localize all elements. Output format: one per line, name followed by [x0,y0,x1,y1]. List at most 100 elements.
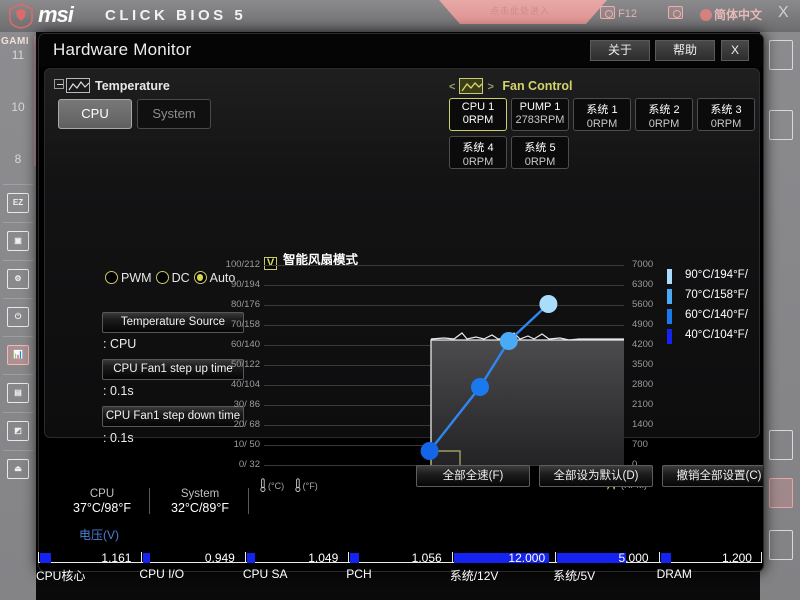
chart-ytick-label: 70/158 [230,319,260,330]
fan-curve-chart[interactable]: 100/212 90/194 80/176 70/158 60/140 50/122 40/… [226,259,653,470]
chart-ytick-label: 10/ 50 [233,439,260,450]
radio-auto-dot [193,271,207,284]
fan-curve-point-90[interactable] [539,295,558,313]
fan-curve-point-40[interactable] [420,442,439,460]
cpu-temp-readout: CPU 37°C/98°F [59,488,145,515]
all-full-speed-button[interactable]: 全部全速(F) [416,465,530,487]
fan-curve-point-60[interactable] [471,378,489,396]
celsius-label: (°C) [268,481,285,491]
voltage-value: 5.000 [618,551,649,565]
legend-label: 90°C/194°F/ [685,269,748,281]
rail-number-10: 10 [11,100,25,114]
cpu-temp-name: CPU [89,488,115,500]
fan-rpm: 0RPM [648,118,680,130]
legend-label: 40°C/104°F/ [685,329,748,341]
legend-swatch [667,289,672,304]
settings-icon[interactable]: ⚙ [7,269,29,289]
msi-brand-text: msi [38,2,74,27]
bios-close-button[interactable]: X [778,4,789,22]
all-default-button[interactable]: 全部设为默认(D) [539,465,653,487]
system-temp-name: System [180,488,220,500]
window-title-bar: Hardware Monitor 关于 帮助 X [39,34,763,67]
voltage-label: 系统/12V [449,569,499,583]
click-bios-text: CLICK BIOS 5 [105,7,247,24]
legend-label: 70°C/158°F/ [685,289,748,301]
chart-unit-icons: (°C) (°F) [260,478,318,492]
chart-rpm-tick-label: 700 [632,439,648,450]
help-button[interactable]: 帮助 [655,40,715,61]
chart-rpm-tick-label: 3500 [632,359,654,370]
fan-curve-plot[interactable] [264,265,624,465]
exit-icon[interactable]: ⏏ [7,459,29,479]
collapse-icon[interactable] [54,79,64,89]
voltage-label: DRAM [656,567,692,581]
fan-button-cpu1[interactable]: CPU 1 0RPM [449,98,507,131]
prev-arrow-icon[interactable]: < [449,81,455,93]
fan-button-sys5[interactable]: 系统 5 0RPM [511,136,569,169]
temperature-section-header: Temperature [54,78,170,93]
legend-label: 60°C/140°F/ [685,309,748,321]
top-banner-text: 点击此处进入 [489,6,550,16]
fan-name: PUMP 1 [519,101,561,113]
fan-rpm: 0RPM [462,114,494,126]
fahrenheit-label: (°F) [302,481,318,491]
chart-ytick-label: 90/194 [230,279,260,290]
favorites-icon[interactable]: ▣ [7,231,29,251]
right-rail-box-2[interactable] [769,110,793,140]
language-selector[interactable]: 简体中文 [700,6,762,23]
next-arrow-icon[interactable]: > [487,81,493,93]
fan-button-sys4[interactable]: 系统 4 0RPM [449,136,507,169]
screenshot-button[interactable]: F12 [600,6,637,20]
radio-dc-dot [155,271,169,284]
voltage-label: PCH [346,567,372,581]
fan-rpm: 0RPM [462,156,494,168]
hardware-monitor-window: Hardware Monitor 关于 帮助 X Temperature CPU… [38,33,764,572]
voltage-value: 12.000 [508,551,546,565]
undo-all-button[interactable]: 撤销全部设置(C) [662,465,763,487]
thermometer-fahrenheit-icon [294,478,301,492]
fan-rpm: 0RPM [586,118,618,130]
board-explorer-icon[interactable]: ▤ [7,383,29,403]
thermometer-celsius-icon [260,478,266,492]
search-button[interactable] [668,6,683,20]
fan-rpm: 0RPM [710,118,742,130]
fan-name: CPU 1 [461,101,495,113]
radio-dc-label: DC [171,271,190,285]
voltage-label: CPU I/O [139,567,185,581]
tab-system[interactable]: System [137,99,211,129]
chart-rpm-tick-label: 4200 [632,339,654,350]
bios-top-bar: msi CLICK BIOS 5 点击此处进入 F12 简体中文 X [0,0,800,32]
chart-ytick-label: 30/ 86 [233,399,260,410]
chart-rpm-tick-label: 2800 [632,379,654,390]
globe-icon [700,9,712,21]
about-button[interactable]: 关于 [590,40,650,61]
chart-rpm-tick-label: 5600 [632,299,654,310]
fan-rpm: 0RPM [524,156,556,168]
tab-cpu[interactable]: CPU [58,99,132,129]
ez-mode-icon[interactable]: EZ [7,193,29,213]
gaming-label: GAMI [1,36,30,47]
voltage-label: CPU SA [242,567,288,581]
right-rail-box-active[interactable] [769,478,793,508]
fan-button-pump1[interactable]: PUMP 1 2783RPM [511,98,569,131]
system-temp-value: 32°C/89°F [171,501,229,515]
temperature-source-value: : CPU [103,337,137,351]
voltage-bars: 1.161 CPU核心 0.949 CPU I/O 1.049 CPU SA 1.056 PC… [0,536,800,592]
boot-icon[interactable]: ⏻ [7,307,29,327]
right-rail-box-1[interactable] [769,40,793,70]
close-button[interactable]: X [721,40,749,61]
chart-ytick-label: 60/140 [230,339,260,350]
fan-button-sys3[interactable]: 系统 3 0RPM [697,98,755,131]
fan-curve-point-70[interactable] [499,332,518,350]
radio-pwm-dot [105,271,118,284]
fan-button-sys2[interactable]: 系统 2 0RPM [635,98,693,131]
hardware-monitor-icon[interactable]: 📊 [7,345,29,365]
radio-pwm[interactable]: PWM [105,271,152,285]
right-rail-box-3[interactable] [769,430,793,460]
radio-dc[interactable]: DC [155,271,190,285]
fan-name: 系统 1 [586,104,618,116]
step-up-time-value: : 0.1s [103,384,134,398]
fan-button-sys1[interactable]: 系统 1 0RPM [573,98,631,131]
voltage-value: 0.949 [204,551,235,565]
flash-icon[interactable]: ◩ [7,421,29,441]
